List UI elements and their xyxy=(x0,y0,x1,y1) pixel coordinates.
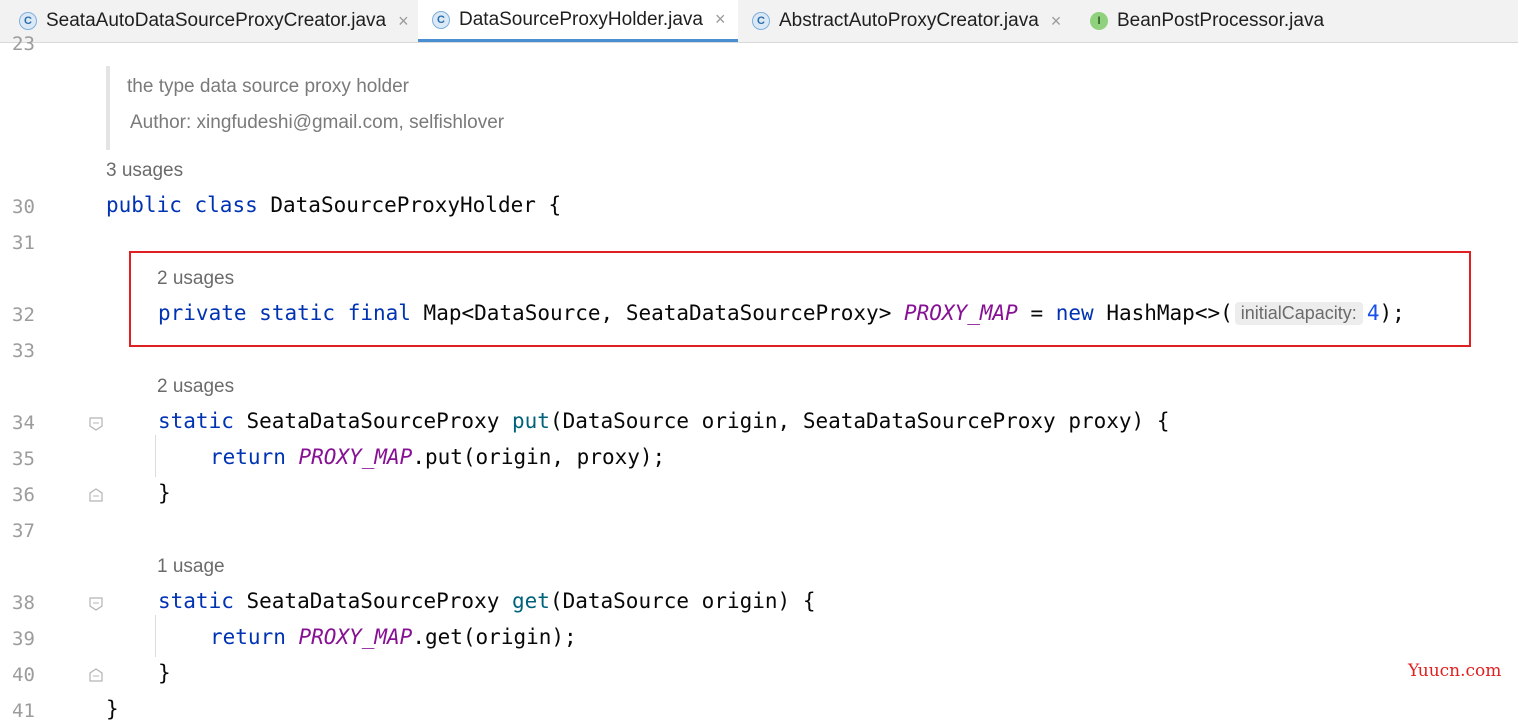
code-line-get-decl: static SeataDataSourceProxy get(DataSour… xyxy=(158,589,816,613)
line-number: 39 xyxy=(12,628,35,650)
line-number: 38 xyxy=(12,592,35,614)
line-number: 30 xyxy=(12,196,35,218)
class-icon: C xyxy=(432,10,450,29)
tab-seata-auto-datasource-proxy-creator[interactable]: C SeataAutoDataSourceProxyCreator.java × xyxy=(0,0,418,42)
tab-abstract-auto-proxy-creator[interactable]: C AbstractAutoProxyCreator.java × xyxy=(738,0,1080,42)
tab-label: AbstractAutoProxyCreator.java xyxy=(779,10,1039,31)
code-line-close-brace: } xyxy=(158,481,171,505)
javadoc-author: Author: xingfudeshi@gmail.com, selfishlo… xyxy=(130,112,505,133)
line-number: 36 xyxy=(12,484,35,506)
fold-end-icon[interactable] xyxy=(88,667,104,683)
tab-bean-post-processor[interactable]: I BeanPostProcessor.java xyxy=(1080,0,1352,42)
tab-label: DataSourceProxyHolder.java xyxy=(459,8,703,30)
usages-hint[interactable]: 3 usages xyxy=(106,160,183,182)
line-number: 32 xyxy=(12,304,35,326)
indent-guide xyxy=(155,435,156,477)
line-number: 34 xyxy=(12,412,35,434)
close-icon[interactable]: × xyxy=(715,9,726,30)
tab-label: SeataAutoDataSourceProxyCreator.java xyxy=(46,10,387,31)
line-number: 35 xyxy=(12,448,35,470)
code-line-put-return: return PROXY_MAP.put(origin, proxy); xyxy=(210,445,666,469)
indent-guide xyxy=(155,615,156,657)
line-number: 37 xyxy=(12,520,35,542)
class-icon: C xyxy=(19,12,37,30)
fold-collapse-icon[interactable] xyxy=(88,416,104,432)
editor-tab-bar: C SeataAutoDataSourceProxyCreator.java ×… xyxy=(0,0,1518,43)
code-editor[interactable]: 23 30 31 32 33 34 35 36 37 38 39 40 41 t… xyxy=(0,33,1518,727)
line-number: 23 xyxy=(12,33,35,55)
tab-label: BeanPostProcessor.java xyxy=(1117,10,1325,31)
line-number: 31 xyxy=(12,232,35,254)
close-icon[interactable]: × xyxy=(1051,11,1062,32)
class-icon: C xyxy=(752,12,770,30)
watermark: Yuucn.com xyxy=(1408,661,1502,681)
fold-collapse-icon[interactable] xyxy=(88,596,104,612)
line-number: 41 xyxy=(12,700,35,722)
line-number: 40 xyxy=(12,664,35,686)
highlight-box xyxy=(129,251,1471,347)
javadoc-bar xyxy=(106,66,110,150)
code-line-put-decl: static SeataDataSourceProxy put(DataSour… xyxy=(158,409,1170,433)
tab-datasource-proxy-holder[interactable]: C DataSourceProxyHolder.java × xyxy=(418,0,738,42)
fold-end-icon[interactable] xyxy=(88,487,104,503)
usages-hint[interactable]: 2 usages xyxy=(157,376,234,398)
interface-icon: I xyxy=(1090,12,1108,30)
close-icon[interactable]: × xyxy=(398,11,409,32)
usages-hint[interactable]: 1 usage xyxy=(157,556,225,578)
code-line-class-decl: public class DataSourceProxyHolder { xyxy=(106,193,562,217)
code-line-close-brace: } xyxy=(158,661,171,685)
code-line-get-return: return PROXY_MAP.get(origin); xyxy=(210,625,577,649)
javadoc-description: the type data source proxy holder xyxy=(127,76,410,97)
code-line-class-close-brace: } xyxy=(106,697,119,721)
line-number: 33 xyxy=(12,340,35,362)
